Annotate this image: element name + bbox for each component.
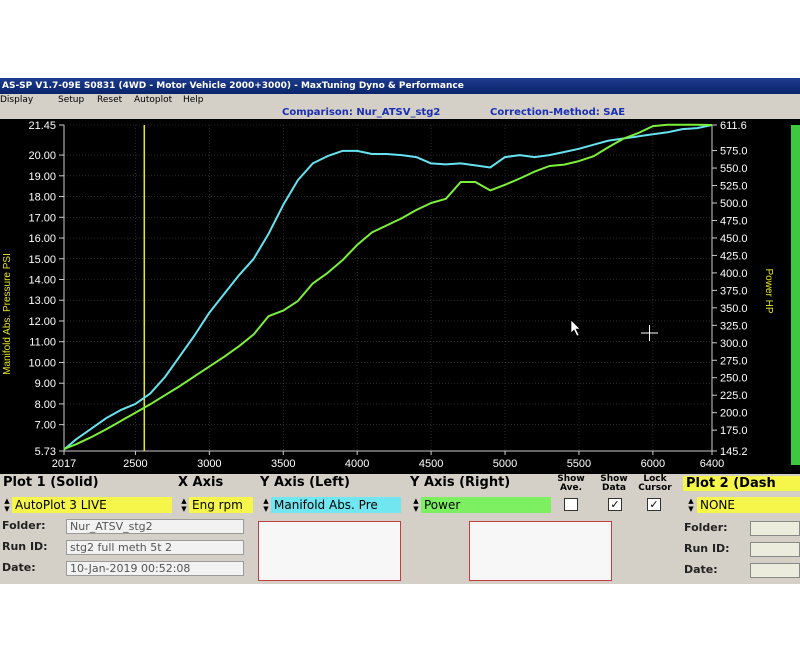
y-left-tick-label: 15.00 [28,254,56,266]
window-title: AS-SP V1.7-09E S0831 (4WD - Motor Vehicl… [2,81,464,91]
y-left-tick-label: 14.00 [28,274,56,286]
y-right-tick-label: 500.0 [720,198,748,210]
plot2-run-id-label: Run ID: [684,542,730,555]
run-id-field[interactable]: stg2 full meth 5t 2 [66,540,244,555]
show-data-label: Show Data [600,474,628,493]
y-left-tick-label: 19.00 [28,171,56,183]
run-id-label: Run ID: [2,540,48,553]
dyno-chart[interactable]: 2017 2500 3000 3500 4000 4500 5000 5500 6000 6400… [0,119,800,474]
folder-label: Folder: [2,519,46,532]
y-right-tick-label: 400.0 [720,268,748,280]
y-left-tick-label: 13.00 [28,295,56,307]
x-tick-label: 3500 [271,458,295,470]
y-axis-right-data-panel [469,521,612,581]
info-bar: Comparison: Nur_ATSV_stg2 Correction-Met… [0,106,800,119]
x-tick-label: 3000 [197,458,221,470]
plot1-spinner-icon[interactable]: ▲ ▼ [3,497,11,513]
date-field[interactable]: 10-Jan-2019 00:52:08 [66,561,244,576]
y-right-tick-label: 325.0 [720,320,748,332]
power-level-bar [791,125,800,465]
y-left-tick-label: 12.00 [28,316,56,328]
x-tick-label: 2500 [123,458,147,470]
y-right-tick-label: 200.0 [720,408,748,420]
y-axis-left-data-panel [258,521,401,581]
x-tick-label: 6400 [700,458,724,470]
lock-cursor-checkbox[interactable]: ✓ [647,498,661,511]
lock-cursor-label: Lock Cursor [638,474,672,493]
menu-help[interactable]: Help [183,94,204,106]
plot2-title: Plot 2 (Dash [683,476,800,491]
y-left-tick-label: 20.00 [28,150,56,162]
y-right-tick-label: 145.2 [720,446,748,458]
y-right-tick-label: 225.0 [720,390,748,402]
y-left-tick-label: 7.00 [35,420,56,432]
menu-autoplot[interactable]: Autoplot [134,94,172,106]
y-left-tick-label: 9.00 [35,378,56,390]
plot2-run-id-field[interactable] [750,542,800,557]
y-left-tick-label: 17.00 [28,212,56,224]
y-right-tick-label: 525.0 [720,181,748,193]
y-right-tick-label: 350.0 [720,303,748,315]
plot1-select[interactable]: AutoPlot 3 LIVE [12,497,172,513]
y-axis-left-title: Y Axis (Left) [260,475,350,490]
y-left-tick-label: 11.00 [29,337,56,349]
y-left-tick-label: 16.00 [28,233,56,245]
y-right-tick-label: 611.6 [720,120,747,132]
y-right-tick-label: 425.0 [720,250,748,262]
plot2-spinner-icon[interactable]: ▲ ▼ [687,497,695,513]
y-right-tick-label: 175.0 [720,425,748,437]
x-tick-label: 4500 [419,458,443,470]
control-panel: Plot 1 (Solid) X Axis Y Axis (Left) Y Ax… [0,474,800,584]
y-axis-left-select[interactable]: Manifold Abs. Pre [271,497,401,513]
y-right-tick-label: 550.0 [720,163,748,175]
x-tick-label: 2017 [52,458,76,470]
menu-bar: Display Setup Reset Autoplot Help [0,94,800,106]
x-tick-label: 5000 [493,458,517,470]
show-data-checkbox[interactable]: ✓ [608,498,622,511]
menu-reset[interactable]: Reset [97,94,122,106]
y-right-tick-label: 375.0 [720,285,748,297]
y-right-tick-label: 250.0 [720,373,748,385]
plot2-date-field[interactable] [750,563,800,578]
plot1-title: Plot 1 (Solid) [3,475,99,490]
menu-display[interactable]: Display [0,94,33,106]
y-left-tick-label: 21.45 [28,120,56,132]
plot2-folder-label: Folder: [684,521,728,534]
y-axis-left-label: Manifold Abs. Pressure PSI [2,253,13,375]
y-left-tick-label: 5.73 [35,446,56,458]
menu-setup[interactable]: Setup [58,94,84,106]
comparison-label: Comparison: Nur_ATSV_stg2 [282,107,441,118]
show-ave-label: Show Ave. [557,474,585,493]
y-right-tick-label: 300.0 [720,338,748,350]
y-axis-right-title: Y Axis (Right) [410,475,511,490]
y-left-tick-label: 8.00 [35,399,56,411]
x-axis-select[interactable]: Eng rpm [189,497,253,513]
y-right-tick-label: 450.0 [720,233,748,245]
x-tick-label: 4000 [345,458,369,470]
y-axis-right-label: Power HP [763,268,774,313]
y-left-tick-label: 18.00 [28,192,56,204]
y-axis-left-spinner-icon[interactable]: ▲ ▼ [262,497,270,513]
y-right-tick-label: 575.0 [720,146,748,158]
x-tick-label: 5500 [567,458,591,470]
plot2-select[interactable]: NONE [697,497,800,513]
folder-field[interactable]: Nur_ATSV_stg2 [66,519,244,534]
y-axis-right-spinner-icon[interactable]: ▲ ▼ [412,497,420,513]
y-right-tick-label: 275.0 [720,355,748,367]
x-axis-title: X Axis [178,475,224,490]
plot2-folder-field[interactable] [750,521,800,536]
dyno-app-window: AS-SP V1.7-09E S0831 (4WD - Motor Vehicl… [0,78,800,584]
x-axis-spinner-icon[interactable]: ▲ ▼ [180,497,188,513]
plot2-date-label: Date: [684,563,718,576]
show-ave-checkbox[interactable] [564,498,578,511]
y-right-tick-label: 475.0 [720,215,748,227]
x-tick-label: 6000 [641,458,665,470]
correction-method-label: Correction-Method: SAE [490,107,626,118]
window-title-bar: AS-SP V1.7-09E S0831 (4WD - Motor Vehicl… [0,78,800,94]
y-axis-right-select[interactable]: Power [421,497,551,513]
date-label: Date: [2,561,36,574]
y-left-tick-label: 10.00 [28,357,56,369]
